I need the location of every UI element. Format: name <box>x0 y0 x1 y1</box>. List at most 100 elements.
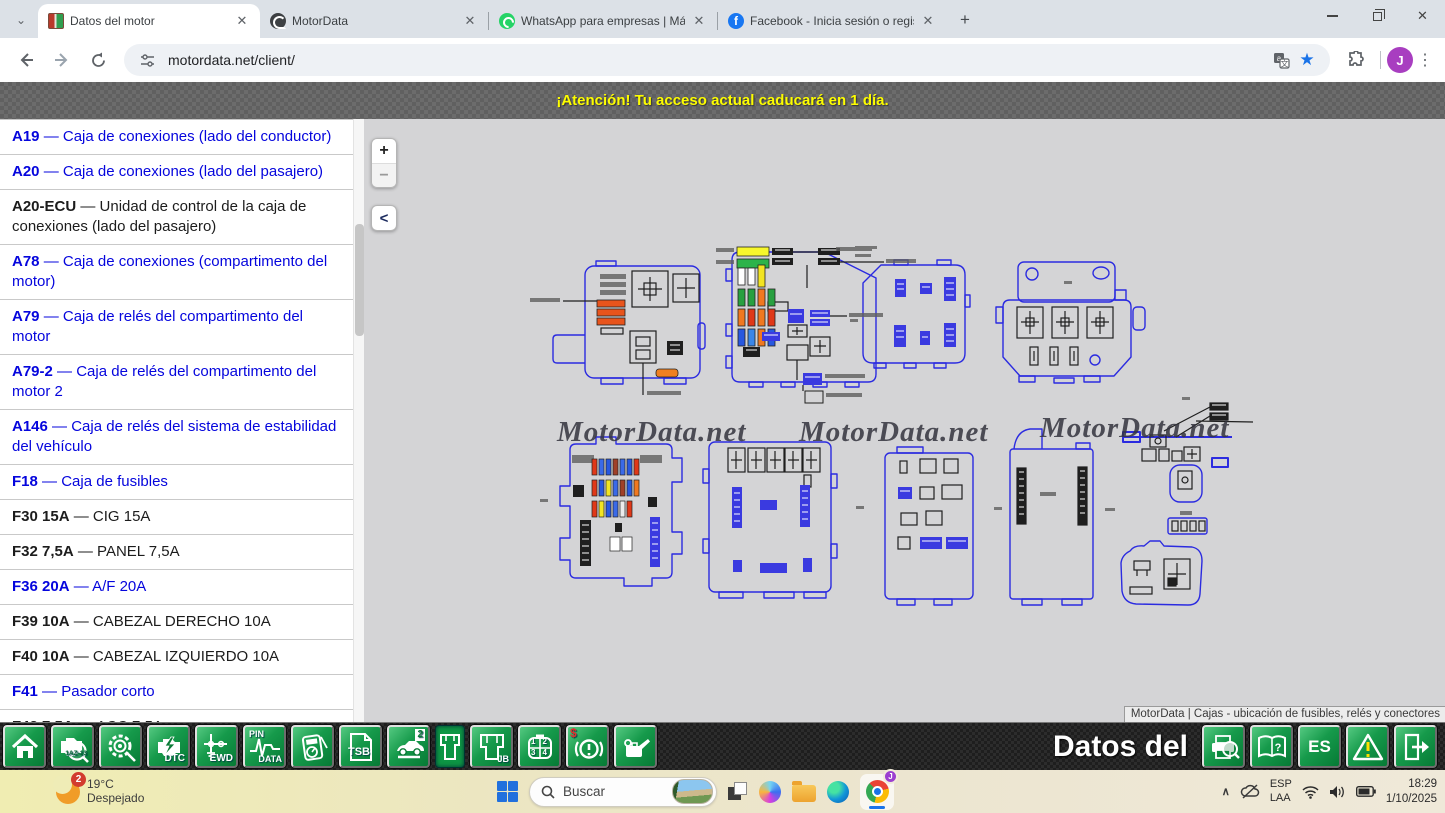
task-view-button[interactable] <box>728 782 748 801</box>
weather-condition: Despejado <box>87 792 144 806</box>
tab-whatsapp[interactable]: WhatsApp para empresas | Má ✕ <box>489 4 717 38</box>
tab-datos-del-motor[interactable]: Datos del motor ✕ <box>38 4 260 38</box>
clock[interactable]: 18:29 1/10/2025 <box>1386 777 1437 806</box>
battery-icon[interactable] <box>1356 786 1376 797</box>
list-item[interactable]: A20-ECU — Unidad de control de la caja d… <box>0 190 353 245</box>
profile-avatar[interactable]: J <box>1387 47 1413 73</box>
list-item[interactable]: F32 7,5A — PANEL 7,5A <box>0 535 353 570</box>
list-item[interactable]: F30 15A — CIG 15A <box>0 500 353 535</box>
main-content: A19 — Caja de conexiones (lado del condu… <box>0 119 1445 722</box>
parts-search-button[interactable] <box>99 725 142 768</box>
fuse-location-button-active[interactable] <box>435 725 465 768</box>
keyboard-language[interactable]: ESP LAA <box>1270 778 1292 804</box>
sidebar-scrollbar[interactable] <box>353 119 364 722</box>
motordata-toolbar: 1AZ-13 DTC EWD PIN DATA <box>0 722 1445 770</box>
onedrive-paused-icon[interactable] <box>1240 784 1260 799</box>
multimeter-button[interactable] <box>291 725 334 768</box>
list-item[interactable]: A79-2 — Caja de relés del compartimento … <box>0 355 353 410</box>
connector-pinout-button[interactable]: 1 2 3 4 <box>518 725 561 768</box>
engine-search-icon <box>57 731 89 763</box>
copilot-button[interactable] <box>759 781 781 803</box>
file-explorer-button[interactable] <box>792 785 816 802</box>
address-bar[interactable]: motordata.net/client/ a文 ★ <box>124 44 1330 76</box>
wifi-icon[interactable] <box>1302 785 1319 799</box>
back-button[interactable] <box>11 45 41 75</box>
restore-button[interactable] <box>1355 0 1400 32</box>
search-highlight-image[interactable] <box>672 779 713 804</box>
service-cost-button[interactable]: $ <box>566 725 609 768</box>
exit-door-icon <box>1400 731 1432 763</box>
oil-fluids-button[interactable] <box>614 725 657 768</box>
list-item[interactable]: A78 — Caja de conexiones (compartimento … <box>0 245 353 300</box>
tab-close-icon[interactable]: ✕ <box>920 13 936 29</box>
tab-title: MotorData <box>292 14 456 28</box>
help-manual-button[interactable]: ? <box>1250 725 1293 768</box>
list-item[interactable]: F39 10A — CABEZAL DERECHO 10A <box>0 605 353 640</box>
active-app-indicator <box>869 806 885 809</box>
multimeter-icon <box>297 731 329 763</box>
zoom-controls: + − <box>371 138 397 188</box>
browser-toolbar: motordata.net/client/ a文 ★ J ⋮ <box>0 38 1445 82</box>
url-text[interactable]: motordata.net/client/ <box>168 52 1268 68</box>
chrome-button-active[interactable]: J <box>860 774 894 810</box>
tab-title: WhatsApp para empresas | Má <box>521 14 685 28</box>
connector-icon <box>524 731 556 763</box>
edge-button[interactable] <box>827 781 849 803</box>
scrollbar-thumb[interactable] <box>355 224 364 336</box>
oil-can-icon <box>619 731 653 763</box>
close-button[interactable]: ✕ <box>1400 0 1445 32</box>
printer-search-icon <box>1208 731 1240 763</box>
weather-widget[interactable]: 2 19°C Despejado <box>56 778 144 806</box>
collapse-panel-button[interactable]: < <box>371 205 397 231</box>
body-repair-button[interactable]: 2 <box>387 725 430 768</box>
volume-icon[interactable] <box>1329 785 1346 799</box>
engine-search-button[interactable]: 1AZ-13 <box>51 725 94 768</box>
gear-search-icon <box>105 731 137 763</box>
list-item[interactable]: A20 — Caja de conexiones (lado del pasaj… <box>0 155 353 190</box>
home-button[interactable] <box>3 725 46 768</box>
list-item[interactable]: F18 — Caja de fusibles <box>0 465 353 500</box>
tab-close-icon[interactable]: ✕ <box>234 13 250 29</box>
tab-close-icon[interactable]: ✕ <box>691 13 707 29</box>
dtc-button[interactable]: DTC <box>147 725 190 768</box>
extensions-icon[interactable] <box>1341 45 1371 75</box>
zoom-in-button[interactable]: + <box>372 139 396 163</box>
exit-button[interactable] <box>1394 725 1437 768</box>
list-item[interactable]: F42 7,5A — ACC 7,5A <box>0 710 353 722</box>
motordata-globe-favicon-icon <box>270 13 286 29</box>
list-item[interactable]: F40 10A — CABEZAL IZQUIERDO 10A <box>0 640 353 675</box>
minimize-button[interactable] <box>1310 0 1355 32</box>
list-item[interactable]: A146 — Caja de relés del sistema de esta… <box>0 410 353 465</box>
search-box[interactable]: Buscar <box>529 777 717 807</box>
list-item[interactable]: A19 — Caja de conexiones (lado del condu… <box>0 119 353 155</box>
language-button[interactable]: ES <box>1298 725 1341 768</box>
disclaimer-button[interactable] <box>1346 725 1389 768</box>
pin-data-button[interactable]: PIN DATA <box>243 725 286 768</box>
ewd-button[interactable]: EWD <box>195 725 238 768</box>
zoom-out-button[interactable]: − <box>372 163 396 187</box>
tab-facebook[interactable]: f Facebook - Inicia sesión o regis ✕ <box>718 4 946 38</box>
diagram-canvas[interactable]: MotorData.net MotorData.net MotorData.ne… <box>364 119 1445 722</box>
junction-box-button[interactable]: JB <box>470 725 513 768</box>
tsb-button[interactable]: TSB <box>339 725 382 768</box>
list-item[interactable]: F41 — Pasador corto <box>0 675 353 710</box>
site-settings-icon[interactable] <box>134 47 160 73</box>
watermark: MotorData.net <box>557 416 746 449</box>
start-button[interactable] <box>497 781 518 802</box>
list-item[interactable]: F36 20A — A/F 20A <box>0 570 353 605</box>
bookmark-star-icon[interactable]: ★ <box>1294 47 1320 73</box>
tab-close-icon[interactable]: ✕ <box>462 13 478 29</box>
menu-kebab-icon[interactable]: ⋮ <box>1413 50 1437 70</box>
new-tab-button[interactable]: + <box>952 7 978 33</box>
reload-button[interactable] <box>83 45 113 75</box>
print-preview-button[interactable] <box>1202 725 1245 768</box>
list-item[interactable]: A79 — Caja de relés del compartimento de… <box>0 300 353 355</box>
status-bar: MotorData | Cajas - ubicación de fusible… <box>1124 706 1445 722</box>
tab-motordata[interactable]: MotorData ✕ <box>260 4 488 38</box>
facebook-favicon-icon: f <box>728 13 744 29</box>
forward-button[interactable] <box>47 45 77 75</box>
translate-icon[interactable]: a文 <box>1268 47 1294 73</box>
tray-overflow-chevron[interactable]: ∧ <box>1222 785 1230 798</box>
fuse-list-sidebar: A19 — Caja de conexiones (lado del condu… <box>0 119 353 722</box>
tab-search-chevron-icon[interactable]: ⌄ <box>8 7 34 33</box>
